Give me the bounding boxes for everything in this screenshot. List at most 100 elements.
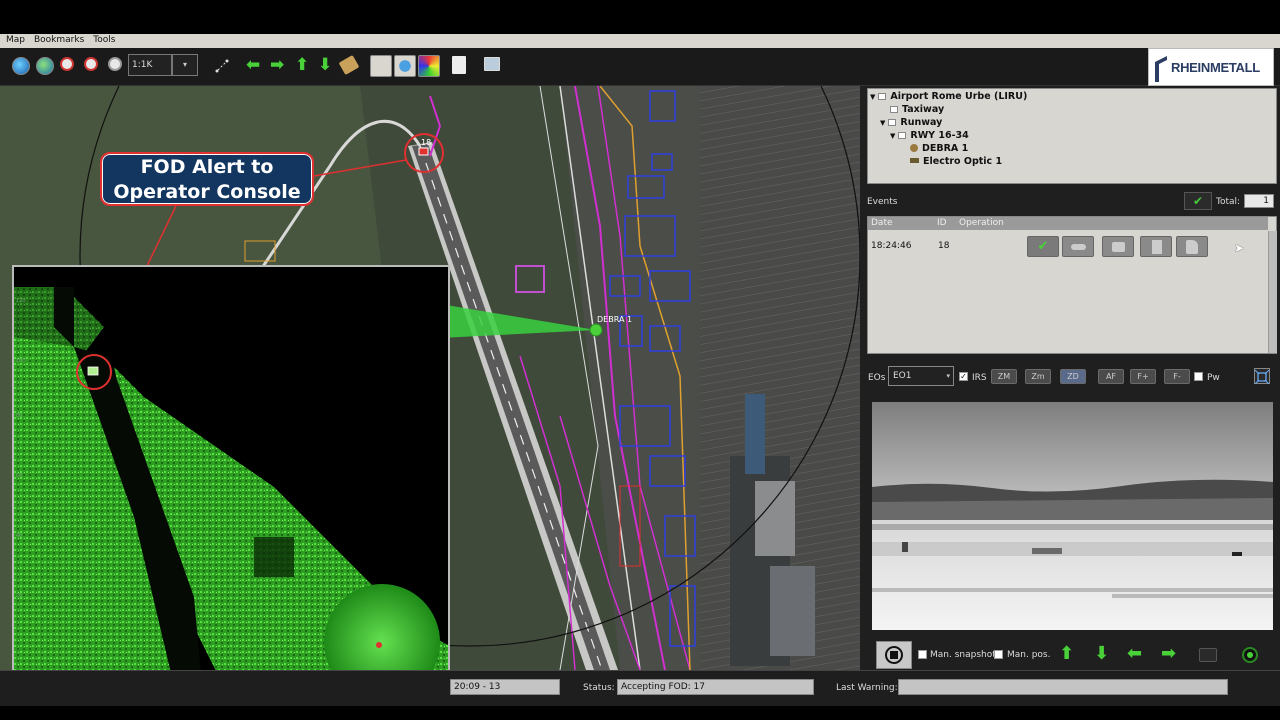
arrow-down-icon[interactable]: ⬇ bbox=[1094, 644, 1109, 664]
mouse-cursor-icon: ➤ bbox=[1234, 241, 1245, 255]
sensor-label[interactable]: DEBRA 1 bbox=[597, 315, 632, 324]
measure-icon[interactable] bbox=[214, 58, 230, 74]
arrow-right-icon[interactable]: ➡ bbox=[1161, 644, 1176, 664]
autofocus-button[interactable]: AF bbox=[1098, 369, 1124, 384]
menu-tools[interactable]: Tools bbox=[87, 34, 118, 45]
tree-item-rwy[interactable]: ▼ RWY 16-34 bbox=[890, 130, 969, 141]
event-report-button[interactable] bbox=[1140, 236, 1172, 257]
svg-text:60: 60 bbox=[16, 473, 22, 479]
tree-item-runway[interactable]: ▼ Runway bbox=[880, 117, 942, 128]
select-icon[interactable] bbox=[370, 55, 392, 77]
zoom-fit-icon[interactable] bbox=[108, 57, 122, 71]
record-button[interactable] bbox=[876, 641, 912, 669]
svg-text:80: 80 bbox=[16, 413, 22, 419]
live-indicator-icon[interactable] bbox=[1242, 647, 1258, 663]
camera-icon bbox=[1112, 242, 1125, 252]
window-icon[interactable] bbox=[484, 57, 500, 71]
callout-line-2: Operator Console bbox=[113, 181, 301, 203]
camera-icon[interactable] bbox=[1199, 648, 1217, 662]
chevron-down-icon[interactable]: ▾ bbox=[172, 54, 198, 76]
app-window: Map Bookmarks Tools 1:1K ▾ ⬅ ➡ ⬆ ⬇ RHEINME… bbox=[0, 0, 1280, 720]
eraser-icon bbox=[1186, 240, 1198, 254]
camera-sensor-icon bbox=[910, 158, 919, 163]
pw-checkbox[interactable] bbox=[1194, 372, 1203, 381]
zoom-scale-input[interactable]: 1:1K bbox=[128, 54, 172, 76]
globe-icon[interactable] bbox=[12, 57, 30, 75]
camera-feed[interactable] bbox=[872, 402, 1273, 630]
man-snapshot-label: Man. snapshot bbox=[930, 650, 996, 660]
tree-item-taxiway[interactable]: Taxiway bbox=[890, 104, 944, 115]
column-operation[interactable]: Operation bbox=[959, 218, 1004, 228]
asset-tree: ▼ Airport Rome Urbe (LIRU) Taxiway ▼ Runwa… bbox=[867, 88, 1277, 184]
color-icon[interactable] bbox=[418, 55, 440, 77]
fod-alert-callout: FOD Alert to Operator Console bbox=[100, 152, 314, 206]
event-clear-button[interactable] bbox=[1176, 236, 1208, 257]
last-warning-label: Last Warning: bbox=[836, 683, 898, 693]
time-field: 20:09 - 13 bbox=[450, 679, 560, 695]
fullscreen-icon[interactable] bbox=[1254, 368, 1270, 385]
svg-text:120: 120 bbox=[16, 298, 26, 304]
tree-label-electro-optic: Electro Optic 1 bbox=[923, 156, 1003, 167]
man-snapshot-checkbox[interactable] bbox=[918, 650, 927, 659]
pw-label: Pw bbox=[1207, 373, 1220, 383]
caret-down-icon[interactable]: ▼ bbox=[870, 93, 875, 101]
arrow-up-icon[interactable]: ⬆ bbox=[1059, 644, 1074, 664]
caret-down-icon[interactable]: ▼ bbox=[890, 132, 895, 140]
acknowledge-all-button[interactable]: ✔ bbox=[1184, 192, 1212, 210]
menu-map[interactable]: Map bbox=[0, 34, 28, 45]
tree-item-debra[interactable]: DEBRA 1 bbox=[910, 143, 968, 154]
zoom-out-icon[interactable] bbox=[84, 57, 98, 71]
event-snapshot-button[interactable] bbox=[1102, 236, 1134, 257]
zoom-default-button[interactable]: ZD bbox=[1060, 369, 1086, 384]
fod-marker-id[interactable]: 18 bbox=[421, 138, 431, 147]
svg-text:20: 20 bbox=[16, 593, 22, 599]
status-value: Accepting FOD: 17 bbox=[617, 679, 814, 695]
tree-label-debra: DEBRA 1 bbox=[922, 143, 969, 154]
rheinmetall-logo: RHEINMETALL bbox=[1148, 48, 1274, 86]
man-pos-checkbox[interactable] bbox=[994, 650, 1003, 659]
zoom-in-icon[interactable] bbox=[60, 57, 74, 71]
folder-icon bbox=[890, 106, 898, 113]
focus-minus-button[interactable]: F- bbox=[1164, 369, 1190, 384]
tree-item-electro-optic[interactable]: Electro Optic 1 bbox=[910, 156, 1002, 167]
callout-line-1: FOD Alert to bbox=[140, 156, 274, 178]
svg-text:100: 100 bbox=[16, 358, 26, 364]
event-acknowledge-button[interactable]: ✔ bbox=[1027, 236, 1059, 257]
arrow-right-icon[interactable]: ➡ bbox=[270, 55, 284, 75]
focus-plus-button[interactable]: F+ bbox=[1130, 369, 1156, 384]
arrow-left-icon[interactable]: ⬅ bbox=[246, 55, 260, 75]
irs-checkbox[interactable]: ✓ bbox=[959, 372, 968, 381]
globe-alt-icon[interactable] bbox=[36, 57, 54, 75]
chevron-down-icon: ▾ bbox=[946, 372, 950, 380]
events-scrollbar[interactable] bbox=[1268, 231, 1277, 353]
layer-icon[interactable] bbox=[394, 55, 416, 77]
event-date[interactable]: 18:24:46 bbox=[871, 241, 911, 251]
document-icon bbox=[1152, 240, 1162, 254]
arrow-up-icon[interactable]: ⬆ bbox=[295, 55, 309, 75]
eo-select[interactable]: EO1 ▾ bbox=[888, 366, 954, 386]
check-icon: ✔ bbox=[1037, 239, 1049, 254]
events-label: Events bbox=[867, 197, 898, 207]
folder-icon bbox=[878, 93, 887, 100]
arrow-down-icon[interactable]: ⬇ bbox=[318, 55, 332, 75]
hand-pointer-icon bbox=[1071, 244, 1086, 250]
folder-icon bbox=[898, 132, 907, 139]
caret-down-icon[interactable]: ▼ bbox=[880, 119, 885, 127]
radar-sensor-icon bbox=[910, 144, 918, 152]
column-id[interactable]: ID bbox=[937, 218, 947, 228]
zoom-min-button[interactable]: Zm bbox=[1025, 369, 1051, 384]
column-date[interactable]: Date bbox=[871, 218, 893, 228]
events-table: Date ID Operation 18:24:46 18 ✔ ➤ bbox=[867, 216, 1277, 354]
status-label: Status: bbox=[583, 683, 615, 693]
zoom-max-button[interactable]: ZM bbox=[991, 369, 1017, 384]
document-icon[interactable] bbox=[452, 56, 466, 74]
menu-bookmarks[interactable]: Bookmarks bbox=[28, 34, 87, 45]
last-warning-value bbox=[898, 679, 1228, 695]
eo-selected-value: EO1 bbox=[893, 371, 912, 381]
arrow-left-icon[interactable]: ⬅ bbox=[1127, 644, 1142, 664]
total-label: Total: bbox=[1216, 197, 1241, 207]
menu-bar: Map Bookmarks Tools bbox=[0, 34, 1280, 48]
event-locate-button[interactable] bbox=[1062, 236, 1094, 257]
event-id[interactable]: 18 bbox=[938, 241, 949, 251]
tree-item-root[interactable]: ▼ Airport Rome Urbe (LIRU) bbox=[870, 91, 1027, 102]
